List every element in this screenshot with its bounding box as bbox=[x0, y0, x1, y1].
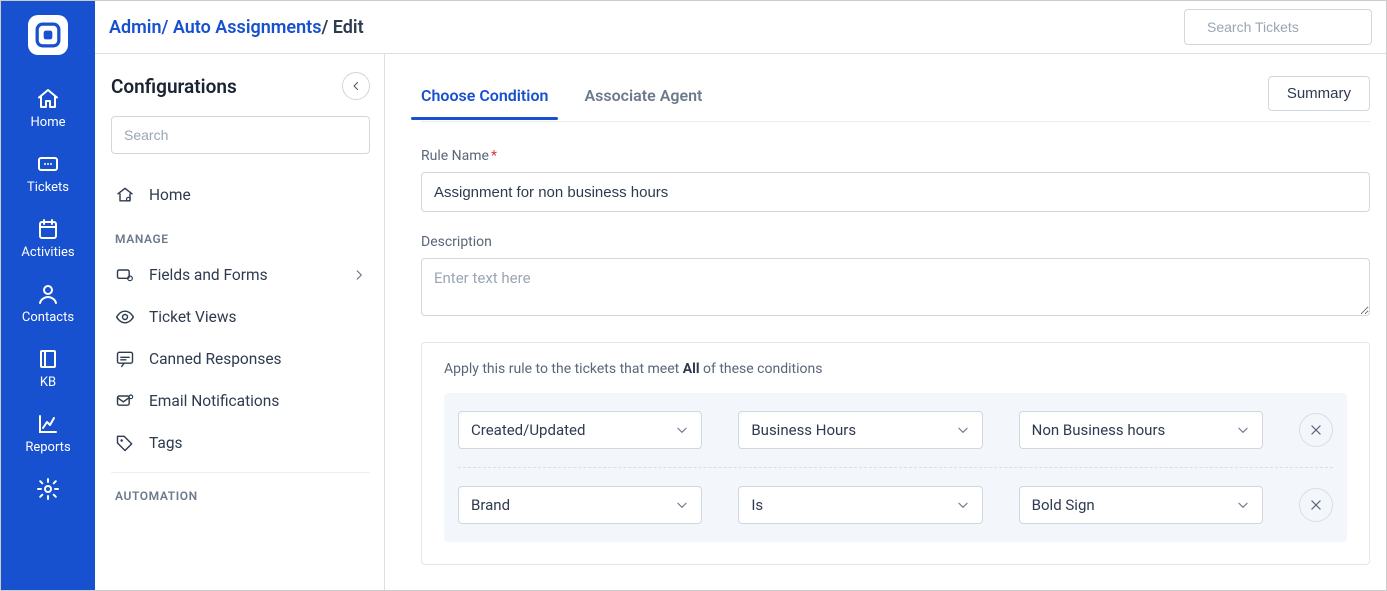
rule-name-label: Rule Name* bbox=[421, 148, 1370, 164]
sidebar-search-input[interactable] bbox=[111, 116, 370, 154]
breadcrumb-current: Edit bbox=[333, 17, 364, 38]
nav-rail: Home Tickets Activities Contacts KB Repo… bbox=[1, 1, 95, 590]
condition-row: Created/Updated Business Hours Non Busin… bbox=[458, 411, 1333, 449]
chart-icon bbox=[36, 412, 60, 436]
mail-bell-icon bbox=[115, 391, 135, 411]
conditions-heading: Apply this rule to the tickets that meet… bbox=[444, 361, 1347, 377]
rail-kb[interactable]: KB bbox=[1, 337, 95, 402]
rail-activities[interactable]: Activities bbox=[1, 207, 95, 272]
rail-settings[interactable] bbox=[1, 467, 95, 501]
rail-tickets[interactable]: Tickets bbox=[1, 142, 95, 207]
rail-label: Home bbox=[31, 115, 66, 130]
ticket-icon bbox=[36, 152, 60, 176]
conditions-box: Apply this rule to the tickets that meet… bbox=[421, 342, 1370, 565]
sidebar-section-automation: AUTOMATION bbox=[111, 473, 370, 511]
sidebar-item-ticket-views[interactable]: Ticket Views bbox=[111, 296, 370, 338]
gear-icon bbox=[36, 477, 60, 501]
sidebar-title: Configurations bbox=[111, 75, 237, 98]
close-icon bbox=[1309, 498, 1323, 512]
summary-button[interactable]: Summary bbox=[1268, 76, 1370, 111]
ticket-gear-icon bbox=[115, 265, 135, 285]
rail-label: Reports bbox=[25, 440, 70, 455]
condition-value-select[interactable]: Bold Sign bbox=[1019, 486, 1263, 524]
chevron-down-icon bbox=[675, 498, 689, 512]
chevron-down-icon bbox=[675, 423, 689, 437]
select-value: Created/Updated bbox=[471, 421, 585, 439]
book-icon bbox=[36, 347, 60, 371]
rail-label: Tickets bbox=[27, 180, 69, 195]
home-gear-icon bbox=[115, 185, 135, 205]
select-value: Is bbox=[751, 496, 763, 514]
tab-row: Choose Condition Associate Agent Summary bbox=[421, 76, 1370, 122]
sidebar-item-label: Email Notifications bbox=[149, 392, 279, 410]
select-value: Non Business hours bbox=[1032, 421, 1166, 439]
breadcrumb-auto-assignments[interactable]: Auto Assignments bbox=[173, 17, 322, 38]
chevron-down-icon bbox=[956, 423, 970, 437]
remove-condition-button[interactable] bbox=[1299, 413, 1333, 447]
sidebar-item-label: Home bbox=[149, 186, 191, 204]
description-label: Description bbox=[421, 234, 1370, 250]
sidebar-item-email-notifications[interactable]: Email Notifications bbox=[111, 380, 370, 422]
sidebar-item-home[interactable]: Home bbox=[111, 174, 370, 216]
sidebar-item-label: Canned Responses bbox=[149, 350, 282, 368]
rail-reports[interactable]: Reports bbox=[1, 402, 95, 467]
search-input[interactable] bbox=[1207, 19, 1387, 35]
sidebar-item-fields-forms[interactable]: Fields and Forms bbox=[111, 254, 370, 296]
home-icon bbox=[36, 87, 60, 111]
condition-operator-select[interactable]: Business Hours bbox=[738, 411, 982, 449]
sidebar-item-tags[interactable]: Tags bbox=[111, 422, 370, 464]
topbar: Admin / Auto Assignments / Edit bbox=[95, 1, 1386, 54]
content-area: Choose Condition Associate Agent Summary… bbox=[385, 54, 1386, 590]
sidebar-item-canned-responses[interactable]: Canned Responses bbox=[111, 338, 370, 380]
sidebar-item-label: Tags bbox=[149, 434, 183, 452]
rail-label: Activities bbox=[21, 245, 74, 260]
rail-contacts[interactable]: Contacts bbox=[1, 272, 95, 337]
eye-icon bbox=[115, 307, 135, 327]
chevron-left-icon bbox=[350, 80, 362, 92]
sidebar-collapse-button[interactable] bbox=[342, 72, 370, 100]
rail-home[interactable]: Home bbox=[1, 77, 95, 142]
tab-associate-agent[interactable]: Associate Agent bbox=[584, 78, 702, 119]
tag-icon bbox=[115, 433, 135, 453]
sidebar-section-manage: MANAGE bbox=[111, 216, 370, 254]
global-search[interactable] bbox=[1184, 9, 1372, 45]
app-logo[interactable] bbox=[28, 15, 68, 55]
calendar-icon bbox=[36, 217, 60, 241]
select-value: Bold Sign bbox=[1032, 496, 1095, 514]
rule-name-input[interactable] bbox=[421, 172, 1370, 212]
condition-field-select[interactable]: Created/Updated bbox=[458, 411, 702, 449]
chevron-down-icon bbox=[956, 498, 970, 512]
rail-label: KB bbox=[40, 375, 56, 390]
chat-icon bbox=[115, 349, 135, 369]
remove-condition-button[interactable] bbox=[1299, 488, 1333, 522]
breadcrumb: Admin / Auto Assignments / Edit bbox=[109, 17, 364, 38]
chevron-down-icon bbox=[1236, 423, 1250, 437]
condition-operator-select[interactable]: Is bbox=[738, 486, 982, 524]
chevron-right-icon bbox=[352, 268, 366, 282]
sidebar-item-label: Ticket Views bbox=[149, 308, 236, 326]
close-icon bbox=[1309, 423, 1323, 437]
sidebar-item-label: Fields and Forms bbox=[149, 266, 268, 284]
tab-choose-condition[interactable]: Choose Condition bbox=[421, 78, 548, 119]
condition-field-select[interactable]: Brand bbox=[458, 486, 702, 524]
chevron-down-icon bbox=[1236, 498, 1250, 512]
rail-label: Contacts bbox=[22, 310, 74, 325]
condition-row: Brand Is Bold Sign bbox=[458, 467, 1333, 524]
logo-icon bbox=[35, 22, 61, 48]
select-value: Business Hours bbox=[751, 421, 856, 439]
breadcrumb-admin[interactable]: Admin bbox=[109, 17, 162, 38]
select-value: Brand bbox=[471, 496, 510, 514]
config-sidebar: Configurations Home MANAGE Fields and Fo… bbox=[95, 54, 385, 590]
description-textarea[interactable] bbox=[421, 258, 1370, 316]
condition-value-select[interactable]: Non Business hours bbox=[1019, 411, 1263, 449]
person-icon bbox=[36, 282, 60, 306]
